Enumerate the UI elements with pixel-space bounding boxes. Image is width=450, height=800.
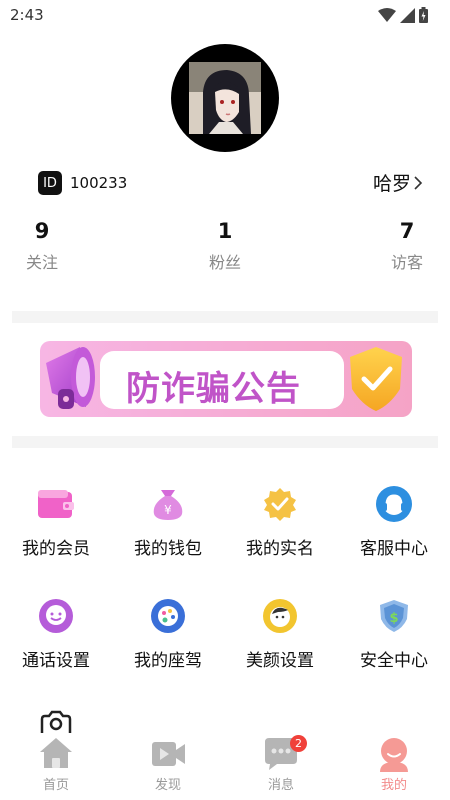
menu-item-call-settings[interactable]: 通话设置 <box>0 596 112 671</box>
stat-visitors-count: 7 <box>399 219 415 243</box>
home-icon <box>36 734 76 774</box>
svg-text:$: $ <box>389 611 398 626</box>
menu-item-service[interactable]: 客服中心 <box>338 484 450 559</box>
menu-item-wallet[interactable]: ¥ 我的钱包 <box>112 484 224 559</box>
menu-item-realname[interactable]: 我的实名 <box>224 484 336 559</box>
status-time: 2:43 <box>10 6 44 24</box>
stat-fans[interactable]: 1 粉丝 <box>185 216 265 273</box>
tab-discover-label: 发现 <box>154 778 181 793</box>
profile-icon <box>374 734 414 774</box>
tab-discover[interactable]: 发现 <box>112 734 224 793</box>
stat-visitors-label: 访客 <box>390 253 423 272</box>
avatar-image <box>189 62 261 134</box>
menu-item-security-label: 安全中心 <box>360 651 428 671</box>
stat-following-count: 9 <box>34 219 50 243</box>
tab-home[interactable]: 首页 <box>0 734 112 793</box>
profile-stats: 9 关注 1 粉丝 7 访客 <box>0 216 450 276</box>
palette-icon <box>148 596 188 636</box>
username: 哈罗 <box>372 173 411 195</box>
message-badge: 2 <box>290 735 307 752</box>
beauty-icon <box>260 596 300 636</box>
shield-icon: $ <box>374 596 414 636</box>
menu-item-member-label: 我的会员 <box>22 539 90 559</box>
stat-fans-label: 粉丝 <box>208 253 241 272</box>
verified-badge-icon <box>260 484 300 524</box>
tab-profile[interactable]: 我的 <box>338 734 450 793</box>
stat-visitors[interactable]: 7 访客 <box>367 216 447 273</box>
avatar[interactable] <box>171 44 279 152</box>
chat-smile-icon <box>36 596 76 636</box>
menu-item-beauty[interactable]: 美颜设置 <box>224 596 336 671</box>
stat-following-label: 关注 <box>25 253 58 272</box>
menu-item-wallet-label: 我的钱包 <box>134 539 202 559</box>
menu-item-beauty-label: 美颜设置 <box>246 651 314 671</box>
section-divider-2 <box>12 436 438 448</box>
battery-icon <box>419 7 428 23</box>
stat-fans-count: 1 <box>217 219 233 243</box>
member-card-icon <box>36 484 76 524</box>
username-link[interactable]: 哈罗 <box>373 169 423 196</box>
message-icon: 2 <box>261 734 307 774</box>
banner-title: 防诈骗公告 <box>126 369 301 409</box>
signal-icon <box>400 7 415 23</box>
wifi-icon <box>378 7 396 22</box>
video-icon <box>148 734 188 774</box>
user-id-value: 100233 <box>70 174 128 192</box>
menu-item-service-label: 客服中心 <box>360 539 428 559</box>
menu-item-call-settings-label: 通话设置 <box>22 651 90 671</box>
tab-home-label: 首页 <box>42 778 69 793</box>
menu-item-security[interactable]: $ 安全中心 <box>338 596 450 671</box>
chevron-right-icon <box>414 175 423 190</box>
status-icons <box>378 7 428 23</box>
id-badge: ID <box>38 171 62 195</box>
svg-text:¥: ¥ <box>164 503 172 517</box>
menu-item-mount-label: 我的座驾 <box>134 651 202 671</box>
tab-messages[interactable]: 2 消息 <box>225 734 337 793</box>
anti-fraud-banner[interactable]: 防诈骗公告 <box>38 337 414 421</box>
bottom-tabbar: 首页 发现 2 消息 我的 <box>0 734 450 800</box>
status-bar: 2:43 <box>0 0 450 30</box>
wallet-bag-icon: ¥ <box>148 484 188 524</box>
section-divider <box>12 311 438 323</box>
user-id-row: ID 100233 <box>38 171 127 195</box>
menu-item-realname-label: 我的实名 <box>246 539 314 559</box>
menu-item-mount[interactable]: 我的座驾 <box>112 596 224 671</box>
tab-profile-label: 我的 <box>380 778 407 793</box>
tab-messages-label: 消息 <box>267 778 294 793</box>
menu-item-member[interactable]: 我的会员 <box>0 484 112 559</box>
stat-following[interactable]: 9 关注 <box>2 216 82 273</box>
headset-icon <box>374 484 414 524</box>
